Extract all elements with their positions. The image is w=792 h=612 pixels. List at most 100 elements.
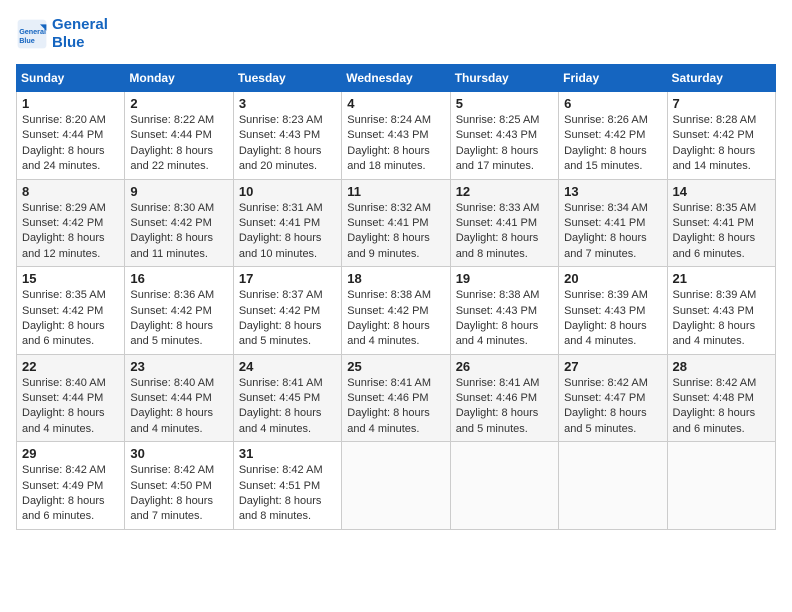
day-info: Sunrise: 8:41 AMSunset: 4:45 PMDaylight:… <box>239 376 336 438</box>
day-number: 31 <box>239 446 336 461</box>
day-number: 10 <box>239 184 336 199</box>
day-info: Sunrise: 8:32 AMSunset: 4:41 PMDaylight:… <box>347 201 444 263</box>
calendar-cell: 19 Sunrise: 8:38 AMSunset: 4:43 PMDayligh… <box>450 267 558 355</box>
svg-text:General: General <box>19 27 46 36</box>
calendar-cell: 24 Sunrise: 8:41 AMSunset: 4:45 PMDayligh… <box>233 354 341 442</box>
logo-icon: General Blue <box>16 18 48 50</box>
day-info: Sunrise: 8:35 AMSunset: 4:42 PMDaylight:… <box>22 288 119 350</box>
day-info: Sunrise: 8:31 AMSunset: 4:41 PMDaylight:… <box>239 201 336 263</box>
day-info: Sunrise: 8:22 AMSunset: 4:44 PMDaylight:… <box>130 113 227 175</box>
day-info: Sunrise: 8:38 AMSunset: 4:43 PMDaylight:… <box>456 288 553 350</box>
day-number: 19 <box>456 271 553 286</box>
day-info: Sunrise: 8:24 AMSunset: 4:43 PMDaylight:… <box>347 113 444 175</box>
calendar-cell: 7 Sunrise: 8:28 AMSunset: 4:42 PMDaylight… <box>667 92 775 180</box>
calendar-cell: 13 Sunrise: 8:34 AMSunset: 4:41 PMDayligh… <box>559 179 667 267</box>
calendar-cell: 3 Sunrise: 8:23 AMSunset: 4:43 PMDaylight… <box>233 92 341 180</box>
day-info: Sunrise: 8:42 AMSunset: 4:50 PMDaylight:… <box>130 463 227 525</box>
day-number: 1 <box>22 96 119 111</box>
calendar-cell: 12Sunrise: 8:33 AMSunset: 4:41 PMDayligh… <box>450 179 558 267</box>
calendar-cell: 23Sunrise: 8:40 AMSunset: 4:44 PMDayligh… <box>125 354 233 442</box>
day-info: Sunrise: 8:42 AMSunset: 4:48 PMDaylight:… <box>673 376 770 438</box>
day-info: Sunrise: 8:36 AMSunset: 4:42 PMDaylight:… <box>130 288 227 350</box>
day-number: 14 <box>673 184 770 199</box>
calendar-cell: 11Sunrise: 8:32 AMSunset: 4:41 PMDayligh… <box>342 179 450 267</box>
day-info: Sunrise: 8:40 AMSunset: 4:44 PMDaylight:… <box>22 376 119 438</box>
calendar-cell: 27 Sunrise: 8:42 AMSunset: 4:47 PMDayligh… <box>559 354 667 442</box>
calendar-cell: 20Sunrise: 8:39 AMSunset: 4:43 PMDayligh… <box>559 267 667 355</box>
day-info: Sunrise: 8:25 AMSunset: 4:43 PMDaylight:… <box>456 113 553 175</box>
day-number: 18 <box>347 271 444 286</box>
calendar-cell: 10 Sunrise: 8:31 AMSunset: 4:41 PMDayligh… <box>233 179 341 267</box>
calendar-week-row: 1 Sunrise: 8:20 AMSunset: 4:44 PMDaylight… <box>17 92 776 180</box>
day-number: 28 <box>673 359 770 374</box>
day-number: 23 <box>130 359 227 374</box>
day-number: 3 <box>239 96 336 111</box>
calendar-cell <box>667 442 775 530</box>
calendar-week-row: 22Sunrise: 8:40 AMSunset: 4:44 PMDayligh… <box>17 354 776 442</box>
page-header: General Blue General Blue <box>16 16 776 52</box>
day-info: Sunrise: 8:41 AMSunset: 4:46 PMDaylight:… <box>456 376 553 438</box>
day-number: 9 <box>130 184 227 199</box>
calendar-cell <box>450 442 558 530</box>
weekday-header-monday: Monday <box>125 65 233 92</box>
day-number: 6 <box>564 96 661 111</box>
calendar-cell <box>342 442 450 530</box>
logo-general: General <box>52 16 108 33</box>
weekday-header-sunday: Sunday <box>17 65 125 92</box>
day-number: 13 <box>564 184 661 199</box>
weekday-header-thursday: Thursday <box>450 65 558 92</box>
day-info: Sunrise: 8:34 AMSunset: 4:41 PMDaylight:… <box>564 201 661 263</box>
calendar-week-row: 8Sunrise: 8:29 AMSunset: 4:42 PMDaylight… <box>17 179 776 267</box>
day-number: 2 <box>130 96 227 111</box>
day-info: Sunrise: 8:42 AMSunset: 4:47 PMDaylight:… <box>564 376 661 438</box>
day-number: 21 <box>673 271 770 286</box>
calendar-week-row: 29 Sunrise: 8:42 AMSunset: 4:49 PMDayligh… <box>17 442 776 530</box>
calendar-cell: 2 Sunrise: 8:22 AMSunset: 4:44 PMDaylight… <box>125 92 233 180</box>
day-number: 5 <box>456 96 553 111</box>
svg-text:Blue: Blue <box>19 36 35 45</box>
calendar-cell: 31 Sunrise: 8:42 AMSunset: 4:51 PMDayligh… <box>233 442 341 530</box>
logo-blue: Blue <box>52 34 108 52</box>
weekday-header-friday: Friday <box>559 65 667 92</box>
calendar-cell: 8Sunrise: 8:29 AMSunset: 4:42 PMDaylight… <box>17 179 125 267</box>
day-number: 24 <box>239 359 336 374</box>
day-info: Sunrise: 8:28 AMSunset: 4:42 PMDaylight:… <box>673 113 770 175</box>
day-info: Sunrise: 8:37 AMSunset: 4:42 PMDaylight:… <box>239 288 336 350</box>
day-info: Sunrise: 8:23 AMSunset: 4:43 PMDaylight:… <box>239 113 336 175</box>
day-info: Sunrise: 8:35 AMSunset: 4:41 PMDaylight:… <box>673 201 770 263</box>
day-info: Sunrise: 8:42 AMSunset: 4:49 PMDaylight:… <box>22 463 119 525</box>
day-info: Sunrise: 8:20 AMSunset: 4:44 PMDaylight:… <box>22 113 119 175</box>
weekday-header-saturday: Saturday <box>667 65 775 92</box>
calendar-cell: 16Sunrise: 8:36 AMSunset: 4:42 PMDayligh… <box>125 267 233 355</box>
weekday-header-wednesday: Wednesday <box>342 65 450 92</box>
day-info: Sunrise: 8:42 AMSunset: 4:51 PMDaylight:… <box>239 463 336 525</box>
weekday-header-tuesday: Tuesday <box>233 65 341 92</box>
calendar-cell <box>559 442 667 530</box>
day-number: 7 <box>673 96 770 111</box>
calendar-cell: 22Sunrise: 8:40 AMSunset: 4:44 PMDayligh… <box>17 354 125 442</box>
day-info: Sunrise: 8:26 AMSunset: 4:42 PMDaylight:… <box>564 113 661 175</box>
day-number: 27 <box>564 359 661 374</box>
day-number: 30 <box>130 446 227 461</box>
calendar-cell: 30 Sunrise: 8:42 AMSunset: 4:50 PMDayligh… <box>125 442 233 530</box>
day-info: Sunrise: 8:29 AMSunset: 4:42 PMDaylight:… <box>22 201 119 263</box>
calendar-cell: 17 Sunrise: 8:37 AMSunset: 4:42 PMDayligh… <box>233 267 341 355</box>
calendar-cell: 18 Sunrise: 8:38 AMSunset: 4:42 PMDayligh… <box>342 267 450 355</box>
day-info: Sunrise: 8:39 AMSunset: 4:43 PMDaylight:… <box>564 288 661 350</box>
day-number: 25 <box>347 359 444 374</box>
calendar-cell: 28 Sunrise: 8:42 AMSunset: 4:48 PMDayligh… <box>667 354 775 442</box>
calendar-cell: 9Sunrise: 8:30 AMSunset: 4:42 PMDaylight… <box>125 179 233 267</box>
calendar-cell: 29 Sunrise: 8:42 AMSunset: 4:49 PMDayligh… <box>17 442 125 530</box>
calendar-table: SundayMondayTuesdayWednesdayThursdayFrid… <box>16 64 776 530</box>
day-number: 4 <box>347 96 444 111</box>
day-number: 29 <box>22 446 119 461</box>
day-info: Sunrise: 8:38 AMSunset: 4:42 PMDaylight:… <box>347 288 444 350</box>
day-info: Sunrise: 8:33 AMSunset: 4:41 PMDaylight:… <box>456 201 553 263</box>
day-info: Sunrise: 8:39 AMSunset: 4:43 PMDaylight:… <box>673 288 770 350</box>
calendar-cell: 26Sunrise: 8:41 AMSunset: 4:46 PMDayligh… <box>450 354 558 442</box>
calendar-cell: 4 Sunrise: 8:24 AMSunset: 4:43 PMDaylight… <box>342 92 450 180</box>
day-number: 17 <box>239 271 336 286</box>
calendar-cell: 6 Sunrise: 8:26 AMSunset: 4:42 PMDaylight… <box>559 92 667 180</box>
calendar-cell: 1 Sunrise: 8:20 AMSunset: 4:44 PMDaylight… <box>17 92 125 180</box>
calendar-header-row: SundayMondayTuesdayWednesdayThursdayFrid… <box>17 65 776 92</box>
